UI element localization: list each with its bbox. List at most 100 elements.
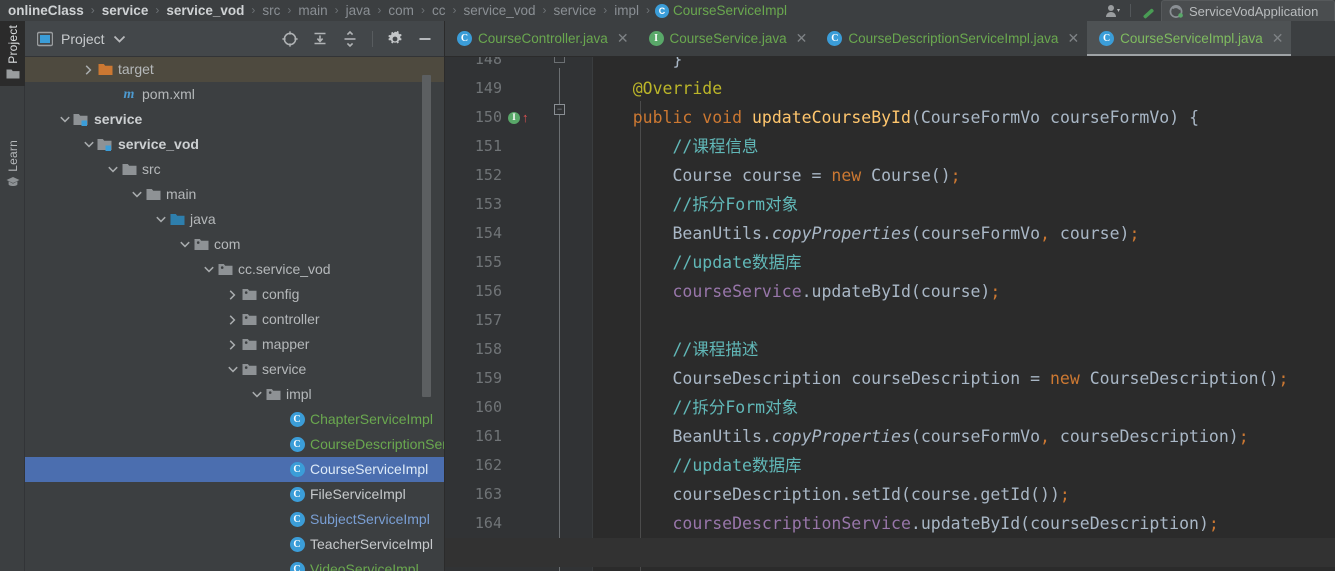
breadcrumb-item[interactable]: service_vod xyxy=(164,0,246,21)
code-line[interactable] xyxy=(593,538,1335,567)
tree-node[interactable]: target xyxy=(25,57,445,82)
tree-node[interactable]: config xyxy=(25,282,445,307)
editor-tab[interactable]: C CourseServiceImpl.java ✕ xyxy=(1087,21,1292,56)
tree-node[interactable]: java xyxy=(25,207,445,232)
tree-node[interactable]: C CourseServiceImpl xyxy=(25,457,445,482)
chevron-down-icon[interactable] xyxy=(153,207,168,232)
tree-node[interactable]: service_vod xyxy=(25,132,445,157)
code-line[interactable]: BeanUtils.copyProperties(courseFormVo, c… xyxy=(593,422,1335,451)
breadcrumb-item[interactable]: src xyxy=(260,0,282,21)
search-everywhere-icon[interactable] xyxy=(1135,0,1161,21)
tree-node[interactable]: CCourseDescriptionServiceImpl xyxy=(25,432,445,457)
expand-all-icon[interactable] xyxy=(306,25,334,53)
breadcrumb-item[interactable]: onlineClass xyxy=(6,0,86,21)
chevron-right-icon[interactable] xyxy=(225,332,240,357)
code-line[interactable]: //课程描述 xyxy=(593,335,1335,364)
project-tree-scrollbar[interactable] xyxy=(422,75,431,397)
close-icon[interactable]: ✕ xyxy=(617,30,629,47)
code-line[interactable]: //update数据库 xyxy=(593,451,1335,480)
tree-node[interactable]: main xyxy=(25,182,445,207)
chevron-down-icon[interactable] xyxy=(201,257,216,282)
code-line[interactable]: } xyxy=(593,567,1335,571)
tree-node[interactable]: controller xyxy=(25,307,445,332)
code-line[interactable]: CourseDescription courseDescription = ne… xyxy=(593,364,1335,393)
user-account-icon[interactable] xyxy=(1100,0,1126,21)
tree-node[interactable]: impl xyxy=(25,382,445,407)
minimize-icon[interactable] xyxy=(411,25,439,53)
chevron-down-icon[interactable] xyxy=(113,35,125,43)
tree-node[interactable]: C VideoServiceImpl xyxy=(25,557,445,571)
chevron-down-icon[interactable] xyxy=(57,107,72,132)
chevron-down-icon[interactable] xyxy=(81,132,96,157)
code-line[interactable]: courseService.updateById(course); xyxy=(593,277,1335,306)
project-tree[interactable]: target m pom.xml service service_vod src main j… xyxy=(25,57,445,571)
override-arrow-icon[interactable]: ↑ xyxy=(522,111,529,124)
code-line[interactable]: //拆分Form对象 xyxy=(593,393,1335,422)
code-line[interactable]: courseDescriptionService.updateById(cour… xyxy=(593,509,1335,538)
chevron-right-icon[interactable] xyxy=(225,282,240,307)
code-line[interactable]: public void updateCourseById(CourseFormV… xyxy=(593,103,1335,132)
tree-node[interactable]: C FileServiceImpl xyxy=(25,482,445,507)
tree-node[interactable]: service xyxy=(25,357,445,382)
chevron-down-icon[interactable] xyxy=(177,232,192,257)
scroll-from-source-icon[interactable] xyxy=(276,25,304,53)
tree-node[interactable]: C TeacherServiceImpl xyxy=(25,532,445,557)
sidebar-item-project[interactable]: Project xyxy=(0,21,25,86)
breadcrumb-item[interactable]: service xyxy=(551,0,598,21)
close-icon[interactable]: ✕ xyxy=(796,30,808,47)
tree-node[interactable]: C SubjectServiceImpl xyxy=(25,507,445,532)
editor-tab[interactable]: I CourseService.java ✕ xyxy=(637,21,816,56)
code-line[interactable]: } xyxy=(593,57,1335,74)
sidebar-item-learn[interactable]: Learn xyxy=(0,136,25,194)
breadcrumb-item[interactable]: service_vod xyxy=(461,0,537,21)
code-line[interactable]: courseDescription.setId(course.getId()); xyxy=(593,480,1335,509)
breadcrumb-item[interactable]: cc xyxy=(430,0,448,21)
breadcrumb-current-file[interactable]: C CourseServiceImpl xyxy=(655,3,787,18)
chevron-right-icon[interactable] xyxy=(81,57,96,82)
implementing-method-icon[interactable]: I xyxy=(508,111,520,124)
tree-node[interactable]: service xyxy=(25,107,445,132)
code-token: course) xyxy=(1049,224,1130,243)
breadcrumb-item[interactable]: com xyxy=(386,0,416,21)
breadcrumb-item[interactable]: main xyxy=(296,0,329,21)
editor-code-lines[interactable]: } @Override public void updateCourseById… xyxy=(593,57,1335,571)
code-token: ; xyxy=(1129,224,1140,243)
class-icon: C xyxy=(655,3,670,18)
collapse-all-icon[interactable] xyxy=(336,25,364,53)
code-line[interactable]: //课程信息 xyxy=(593,132,1335,161)
tree-node[interactable]: mapper xyxy=(25,332,445,357)
tree-node-label: src xyxy=(142,161,161,177)
chevron-down-icon[interactable] xyxy=(129,182,144,207)
chevron-right-icon[interactable] xyxy=(225,307,240,332)
editor-tab[interactable]: C CourseController.java ✕ xyxy=(445,21,637,56)
breadcrumb-item[interactable]: java xyxy=(344,0,373,21)
breadcrumb-item[interactable]: service xyxy=(100,0,151,21)
tree-node[interactable]: C ChapterServiceImpl xyxy=(25,407,445,432)
chevron-down-icon[interactable] xyxy=(225,357,240,382)
editor-tab[interactable]: C CourseDescriptionServiceImpl.java ✕ xyxy=(815,21,1087,56)
gutter-markers[interactable]: I ↑ xyxy=(508,103,529,132)
chevron-down-icon[interactable] xyxy=(249,382,264,407)
code-line[interactable]: @Override xyxy=(593,74,1335,103)
line-number: 159 xyxy=(474,369,502,387)
editor-tab-label: CourseServiceImpl.java xyxy=(1120,31,1263,46)
run-configuration-selector[interactable]: ServiceVodApplication xyxy=(1161,0,1335,21)
code-editor[interactable]: − 148 149 150 I ↑ 151 152 153 154 155 156 157 158 159… xyxy=(445,57,1335,571)
gear-icon[interactable] xyxy=(381,25,409,53)
tree-node[interactable]: com xyxy=(25,232,445,257)
code-line[interactable]: Course course = new Course(); xyxy=(593,161,1335,190)
code-line[interactable]: //拆分Form对象 xyxy=(593,190,1335,219)
chevron-down-icon[interactable] xyxy=(105,157,120,182)
code-line[interactable]: BeanUtils.copyProperties(courseFormVo, c… xyxy=(593,219,1335,248)
tree-node-label: pom.xml xyxy=(142,86,195,102)
tree-node[interactable]: cc.service_vod xyxy=(25,257,445,282)
breadcrumb-item[interactable]: impl xyxy=(612,0,641,21)
close-icon[interactable]: ✕ xyxy=(1272,30,1284,47)
code-line[interactable] xyxy=(593,306,1335,335)
tree-node[interactable]: m pom.xml xyxy=(25,82,445,107)
tree-node[interactable]: src xyxy=(25,157,445,182)
close-icon[interactable]: ✕ xyxy=(1067,30,1079,47)
code-line[interactable]: //update数据库 xyxy=(593,248,1335,277)
